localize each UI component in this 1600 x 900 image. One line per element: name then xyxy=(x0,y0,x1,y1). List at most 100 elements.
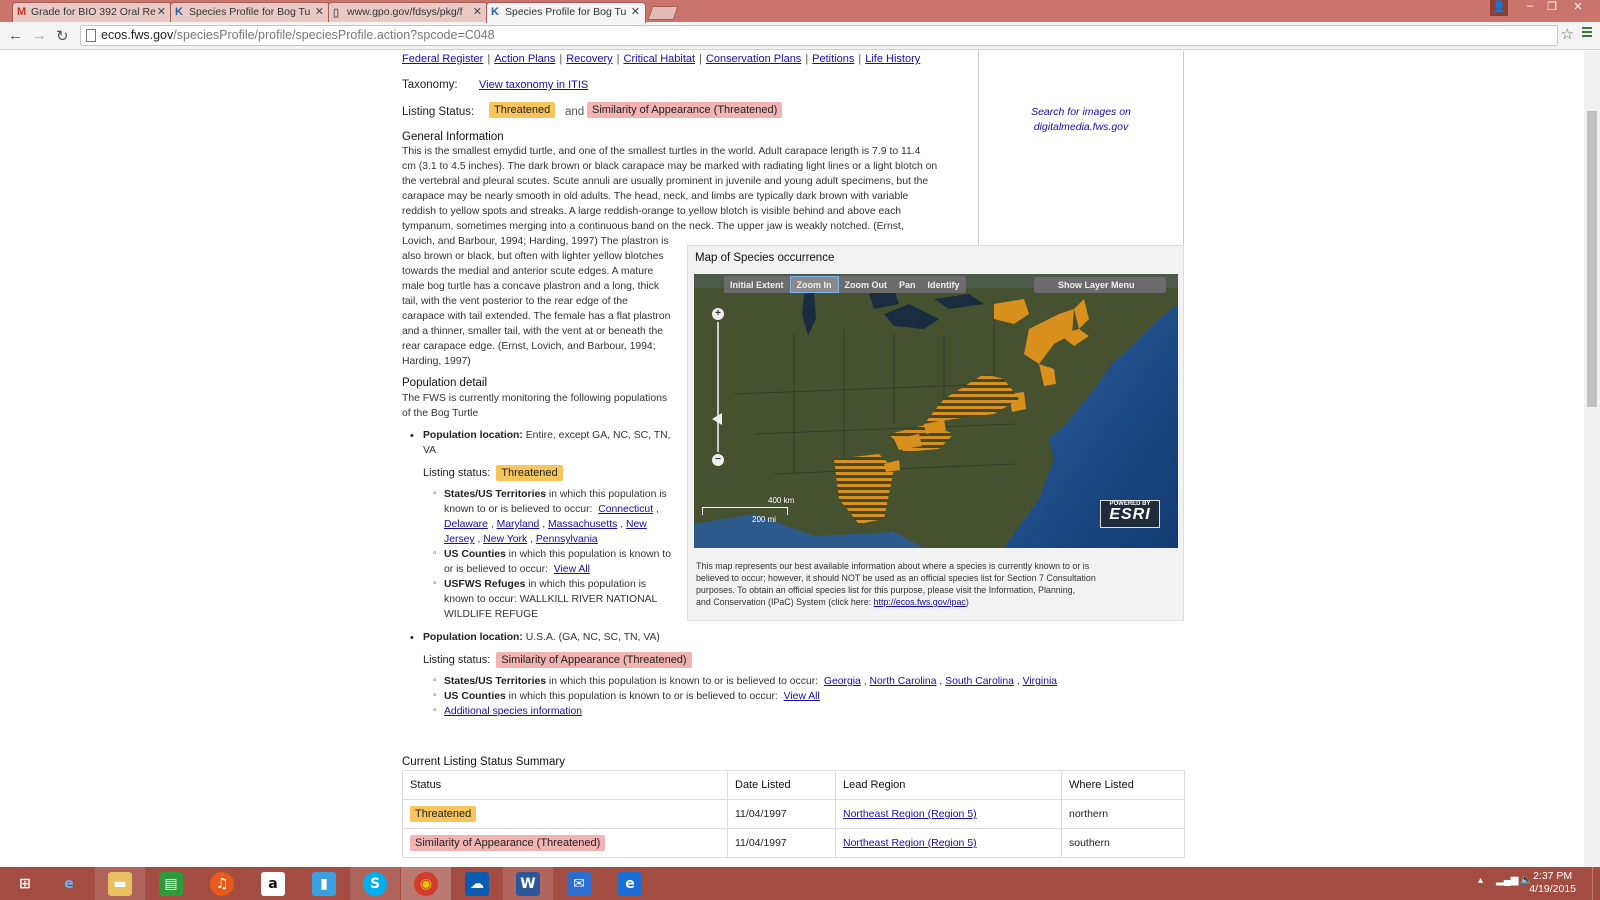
taskbar-chrome[interactable]: ◉ xyxy=(401,867,451,900)
state-link-new-jersey-cont[interactable]: Jersey xyxy=(444,534,475,545)
reload-icon[interactable]: ↻ xyxy=(56,27,69,45)
species-map-panel: Map of Species occurrence Initial Extent… xyxy=(687,245,1184,621)
state-link-massachusetts[interactable]: Massachusetts xyxy=(548,519,617,530)
population-1-listing: Listing status: Threatened xyxy=(423,465,563,481)
show-hidden-icons[interactable]: ▴ xyxy=(1478,875,1483,886)
windows-taskbar: ⊞ e ▬ ▤ ♫ a ▮ S ◉ ☁ W ✉ e ▴ ▂▄▆ 🔈 2:37 P… xyxy=(0,867,1600,900)
refuges-item: ◦ USFWS Refuges in which this population… xyxy=(433,577,689,622)
link-recovery[interactable]: Recovery xyxy=(566,53,612,65)
start-button[interactable]: ⊞ xyxy=(0,867,50,900)
tab-title: Species Profile for Bog Tu xyxy=(505,6,627,18)
additional-info-item: ◦ Additional species information xyxy=(433,704,1144,719)
taskbar-reader[interactable]: ▮ xyxy=(299,867,349,900)
tab-close-icon[interactable]: ✕ xyxy=(157,5,166,18)
population-2-details: ◦ States/US Territories in which this po… xyxy=(433,674,1144,719)
music-icon: ♫ xyxy=(210,871,234,896)
species-occurrence-map[interactable]: Initial Extent Zoom In Zoom Out Pan Identify… xyxy=(694,274,1178,548)
lead-region-link[interactable]: Northeast Region (Region 5) xyxy=(843,837,977,849)
view-all-counties-link[interactable]: View All xyxy=(554,564,590,575)
link-action-plans[interactable]: Action Plans xyxy=(494,53,555,65)
map-title: Map of Species occurrence xyxy=(695,252,835,264)
state-link-delaware[interactable]: Delaware xyxy=(444,519,488,530)
status-badge-threatened: Threatened xyxy=(489,102,556,118)
identify-button[interactable]: Identify xyxy=(922,277,966,294)
chrome-menu-icon[interactable] xyxy=(1582,27,1592,39)
state-link-new-york[interactable]: New York xyxy=(483,534,527,545)
refuges-text: in which this population is xyxy=(528,579,647,590)
refuges-label: USFWS Refuges xyxy=(444,579,526,590)
state-link-virginia[interactable]: Virginia xyxy=(1023,676,1057,687)
user-icon[interactable]: 👤 xyxy=(1490,0,1508,16)
map-scale-bar: 400 km 200 mi xyxy=(702,496,794,524)
taskbar-word[interactable]: W xyxy=(503,867,553,900)
zoom-out-button[interactable]: Zoom Out xyxy=(839,277,894,294)
taxonomy-link[interactable]: View taxonomy in ITIS xyxy=(479,79,588,91)
state-link-pennsylvania[interactable]: Pennsylvania xyxy=(536,534,598,545)
state-link-connecticut[interactable]: Connecticut xyxy=(598,504,653,515)
column-header: Where Listed xyxy=(1061,770,1185,800)
map-disclaimer: This map represents our best available i… xyxy=(696,560,1176,608)
scale-km: 400 km xyxy=(768,496,795,505)
states-text: known to or is believed to occur: xyxy=(444,504,593,515)
tab-close-icon[interactable]: ✕ xyxy=(315,5,324,18)
tab-species-profile-active[interactable]: K Species Profile for Bog Tu ✕ xyxy=(486,2,646,23)
taskbar-ie-modern[interactable]: e xyxy=(605,867,655,900)
tab-close-icon[interactable]: ✕ xyxy=(631,5,640,18)
zoom-plus-icon[interactable]: + xyxy=(712,308,724,320)
population-2-listing: Listing status: Similarity of Appearance… xyxy=(423,652,692,668)
new-tab-button[interactable] xyxy=(647,6,679,20)
taskbar-amazon[interactable]: a xyxy=(248,867,298,900)
state-link-new-jersey[interactable]: New xyxy=(626,519,647,530)
restore-button[interactable]: ❐ xyxy=(1542,0,1562,16)
bookmark-star-icon[interactable]: ☆ xyxy=(1561,25,1574,43)
status-badge-similarity: Similarity of Appearance (Threatened) xyxy=(410,835,606,851)
additional-species-info-link[interactable]: Additional species information xyxy=(444,706,582,717)
taskbar-ie[interactable]: e xyxy=(44,867,94,900)
zoom-minus-icon[interactable]: − xyxy=(712,454,724,466)
forward-icon[interactable]: → xyxy=(32,27,47,44)
zoom-slider[interactable]: + − xyxy=(712,308,726,466)
pan-button[interactable]: Pan xyxy=(893,277,922,294)
state-link-georgia[interactable]: Georgia xyxy=(824,676,861,687)
link-petitions[interactable]: Petitions xyxy=(812,53,854,65)
clock-time: 2:37 PM xyxy=(1533,870,1573,882)
taskbar-mail[interactable]: ✉ xyxy=(554,867,604,900)
scrollbar-thumb[interactable] xyxy=(1587,111,1597,407)
tab-gmail[interactable]: M Grade for BIO 392 Oral Re ✕ xyxy=(12,2,172,22)
taskbar-onedrive[interactable]: ☁ xyxy=(452,867,502,900)
initial-extent-button[interactable]: Initial Extent xyxy=(724,277,790,294)
view-all-counties-link[interactable]: View All xyxy=(784,691,820,702)
ipac-link[interactable]: http://ecos.fws.gov/ipac xyxy=(874,597,966,607)
tab-species-profile-1[interactable]: K Species Profile for Bog Tu ✕ xyxy=(170,2,330,22)
link-life-history[interactable]: Life History xyxy=(865,53,920,65)
zoom-in-button[interactable]: Zoom In xyxy=(789,276,839,293)
lead-region-link[interactable]: Northeast Region (Region 5) xyxy=(843,808,977,820)
back-icon[interactable]: ← xyxy=(8,27,23,44)
link-federal-register[interactable]: Federal Register xyxy=(402,53,483,65)
onedrive-icon: ☁ xyxy=(465,871,489,896)
link-critical-habitat[interactable]: Critical Habitat xyxy=(624,53,696,65)
taskbar-music[interactable]: ♫ xyxy=(197,867,247,900)
minimize-button[interactable]: – xyxy=(1520,0,1540,16)
network-icon[interactable]: ▂▄▆ xyxy=(1496,875,1518,886)
show-layer-menu-button[interactable]: Show Layer Menu xyxy=(1034,277,1166,293)
close-window-button[interactable]: ✕ xyxy=(1566,0,1590,16)
state-link-south-carolina[interactable]: South Carolina xyxy=(945,676,1014,687)
system-clock[interactable]: 2:37 PM 4/19/2015 xyxy=(1529,870,1576,896)
taskbar-store[interactable]: ▤ xyxy=(146,867,196,900)
esri-name: ESRI xyxy=(1109,506,1151,523)
column-header: Lead Region xyxy=(835,770,1062,800)
tab-strip: M Grade for BIO 392 Oral Re ✕ K Species … xyxy=(0,0,1600,23)
show-desktop-button[interactable] xyxy=(1592,867,1600,900)
state-link-maryland[interactable]: Maryland xyxy=(497,519,540,530)
vertical-scrollbar[interactable] xyxy=(1584,51,1600,867)
search-images-link[interactable]: Search for images on digitalmedia.fws.go… xyxy=(979,105,1183,135)
tab-gpo[interactable]: ▯ www.gpo.gov/fdsys/pkg/f ✕ xyxy=(328,2,488,22)
taskbar-file-explorer[interactable]: ▬ xyxy=(95,867,145,900)
tab-close-icon[interactable]: ✕ xyxy=(473,5,482,18)
zoom-thumb[interactable] xyxy=(712,413,722,425)
address-bar[interactable]: ecos.fws.gov/speciesProfile/profile/spec… xyxy=(80,25,1558,46)
link-conservation-plans[interactable]: Conservation Plans xyxy=(706,53,801,65)
taskbar-skype[interactable]: S xyxy=(350,867,400,900)
state-link-north-carolina[interactable]: North Carolina xyxy=(870,676,937,687)
